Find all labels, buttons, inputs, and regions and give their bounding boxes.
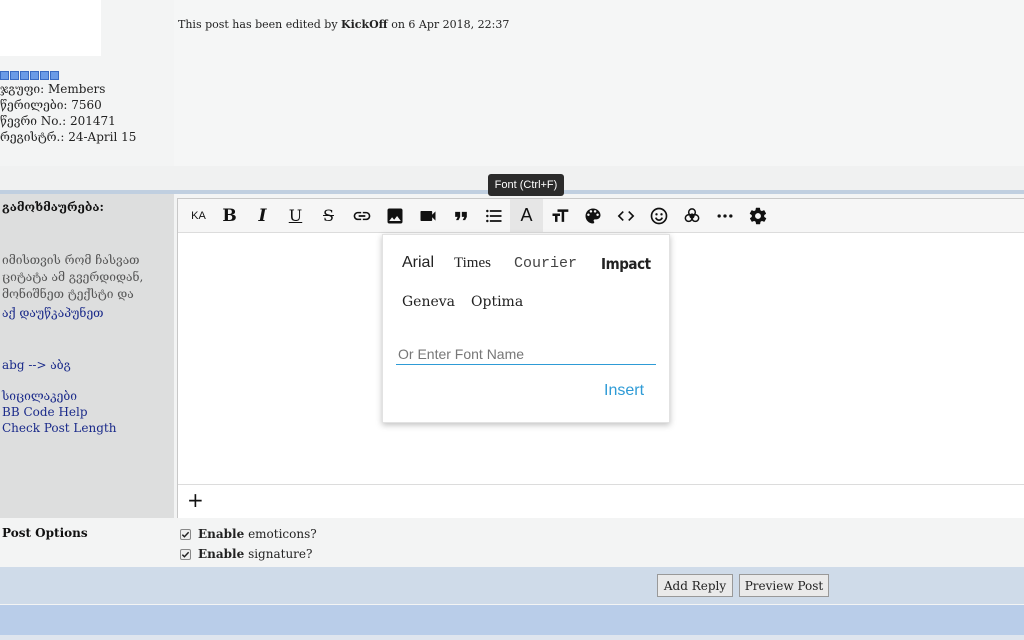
image-icon: [387, 208, 402, 223]
checkmark-icon: [181, 531, 190, 538]
font-name-input[interactable]: [396, 344, 656, 365]
biohazard-button[interactable]: [675, 199, 708, 232]
editor-toolbar: KA B I U S A: [178, 199, 1024, 233]
enable-emoticons-label: Enable emoticons?: [198, 527, 317, 541]
enable-emoticons-label-rest: emoticons?: [248, 527, 317, 541]
rank-pips: [0, 71, 59, 81]
rank-pip: [40, 71, 49, 80]
enable-emoticons-label-bold: Enable: [198, 527, 245, 541]
bold-button[interactable]: B: [213, 199, 246, 232]
checkmark-icon: [181, 551, 190, 558]
edit-note-suffix: on 6 Apr 2018, 22:37: [391, 18, 510, 31]
enable-signature-label: Enable signature?: [198, 547, 312, 561]
underline-button[interactable]: U: [279, 199, 312, 232]
quote-hint-line: მონიშნეთ ტექსტი და: [2, 287, 134, 301]
biohazard-icon: [684, 207, 699, 222]
enable-signature-option: Enable signature?: [180, 547, 312, 561]
font-icon: A: [520, 205, 533, 225]
font-size-button[interactable]: [543, 199, 576, 232]
enable-signature-label-rest: signature?: [248, 547, 313, 561]
more-button[interactable]: [708, 199, 741, 232]
member-number: წევრი No.: 201471: [0, 114, 116, 128]
italic-icon: I: [258, 205, 267, 226]
quote-here-link[interactable]: აქ დაუწკაპუნეთ: [2, 305, 104, 321]
italic-button[interactable]: I: [246, 199, 279, 232]
list-button[interactable]: [477, 199, 510, 232]
color-button[interactable]: [576, 199, 609, 232]
bold-icon: B: [222, 205, 237, 226]
abg-link[interactable]: abg --> აბგ: [2, 357, 71, 373]
bottom-strip: [0, 635, 1024, 640]
check-post-length-link[interactable]: Check Post Length: [2, 420, 116, 436]
enable-emoticons-option: Enable emoticons?: [180, 527, 317, 541]
bottom-bar: [0, 605, 1024, 635]
edit-note-user: KickOff: [341, 18, 388, 31]
ka-label: KA: [191, 209, 206, 222]
add-reply-button[interactable]: Add Reply: [657, 574, 733, 597]
enable-signature-checkbox[interactable]: [180, 548, 191, 560]
action-bar: [0, 567, 1024, 604]
font-button[interactable]: A: [510, 199, 543, 232]
avatar: [0, 0, 101, 56]
post-count: წერილები: 7560: [0, 98, 102, 112]
rank-pip: [10, 71, 19, 80]
gear-icon: [749, 207, 766, 224]
reply-sidebar: [0, 194, 174, 518]
quote-icon: [454, 211, 467, 220]
image-button[interactable]: [378, 199, 411, 232]
member-group: ჯგუფი: Members: [0, 82, 106, 96]
font-option-optima[interactable]: Optima: [471, 294, 523, 310]
insert-font-button[interactable]: Insert: [604, 382, 644, 400]
rank-pip: [20, 71, 29, 80]
smiley-icon: [650, 207, 667, 224]
link-button[interactable]: [345, 199, 378, 232]
add-button[interactable]: +: [187, 490, 204, 510]
more-dots-icon: [717, 213, 732, 218]
bbcode-help-link[interactable]: BB Code Help: [2, 404, 88, 420]
video-camera-icon: [420, 210, 435, 221]
reply-title: გამოხმაურება:: [2, 200, 104, 214]
quote-hint-line: ციტატა ამ გვერდიდან,: [2, 270, 144, 284]
font-tooltip: Font (Ctrl+F): [488, 174, 564, 196]
strikethrough-button[interactable]: S: [312, 199, 345, 232]
code-icon: [617, 210, 634, 221]
registration-date: რეგისტრ.: 24-April 15: [0, 130, 137, 144]
code-button[interactable]: [609, 199, 642, 232]
font-option-impact[interactable]: Impact: [601, 255, 651, 273]
strikethrough-icon: S: [323, 206, 334, 225]
editor-footer: [178, 484, 1024, 518]
rank-pip: [50, 71, 59, 80]
font-option-geneva[interactable]: Geneva: [402, 294, 455, 310]
rank-pip: [0, 71, 9, 80]
link-icon: [353, 211, 370, 220]
font-option-courier[interactable]: Courier: [514, 255, 577, 272]
video-button[interactable]: [411, 199, 444, 232]
text-size-icon: [552, 208, 568, 222]
enable-emoticons-checkbox[interactable]: [180, 528, 191, 540]
font-option-times[interactable]: Times: [454, 255, 491, 272]
settings-button[interactable]: [741, 199, 774, 232]
preview-post-button[interactable]: Preview Post: [739, 574, 829, 597]
quote-hint-line: იმისთვის რომ ჩასვათ: [2, 253, 140, 267]
emoji-button[interactable]: [642, 199, 675, 232]
post-options-title: Post Options: [2, 526, 88, 540]
keyboard-layout-button[interactable]: KA: [182, 199, 215, 232]
edit-note: This post has been edited by KickOff on …: [178, 18, 509, 31]
quote-button[interactable]: [444, 199, 477, 232]
smilies-link[interactable]: სიცილაკები: [2, 388, 77, 404]
edit-note-prefix: This post has been edited by: [178, 18, 338, 31]
underline-icon: U: [288, 206, 303, 225]
bulleted-list-icon: [485, 209, 501, 222]
enable-signature-label-bold: Enable: [198, 547, 245, 561]
palette-icon: [585, 208, 600, 223]
font-option-arial[interactable]: Arial: [402, 254, 434, 272]
rank-pip: [30, 71, 39, 80]
